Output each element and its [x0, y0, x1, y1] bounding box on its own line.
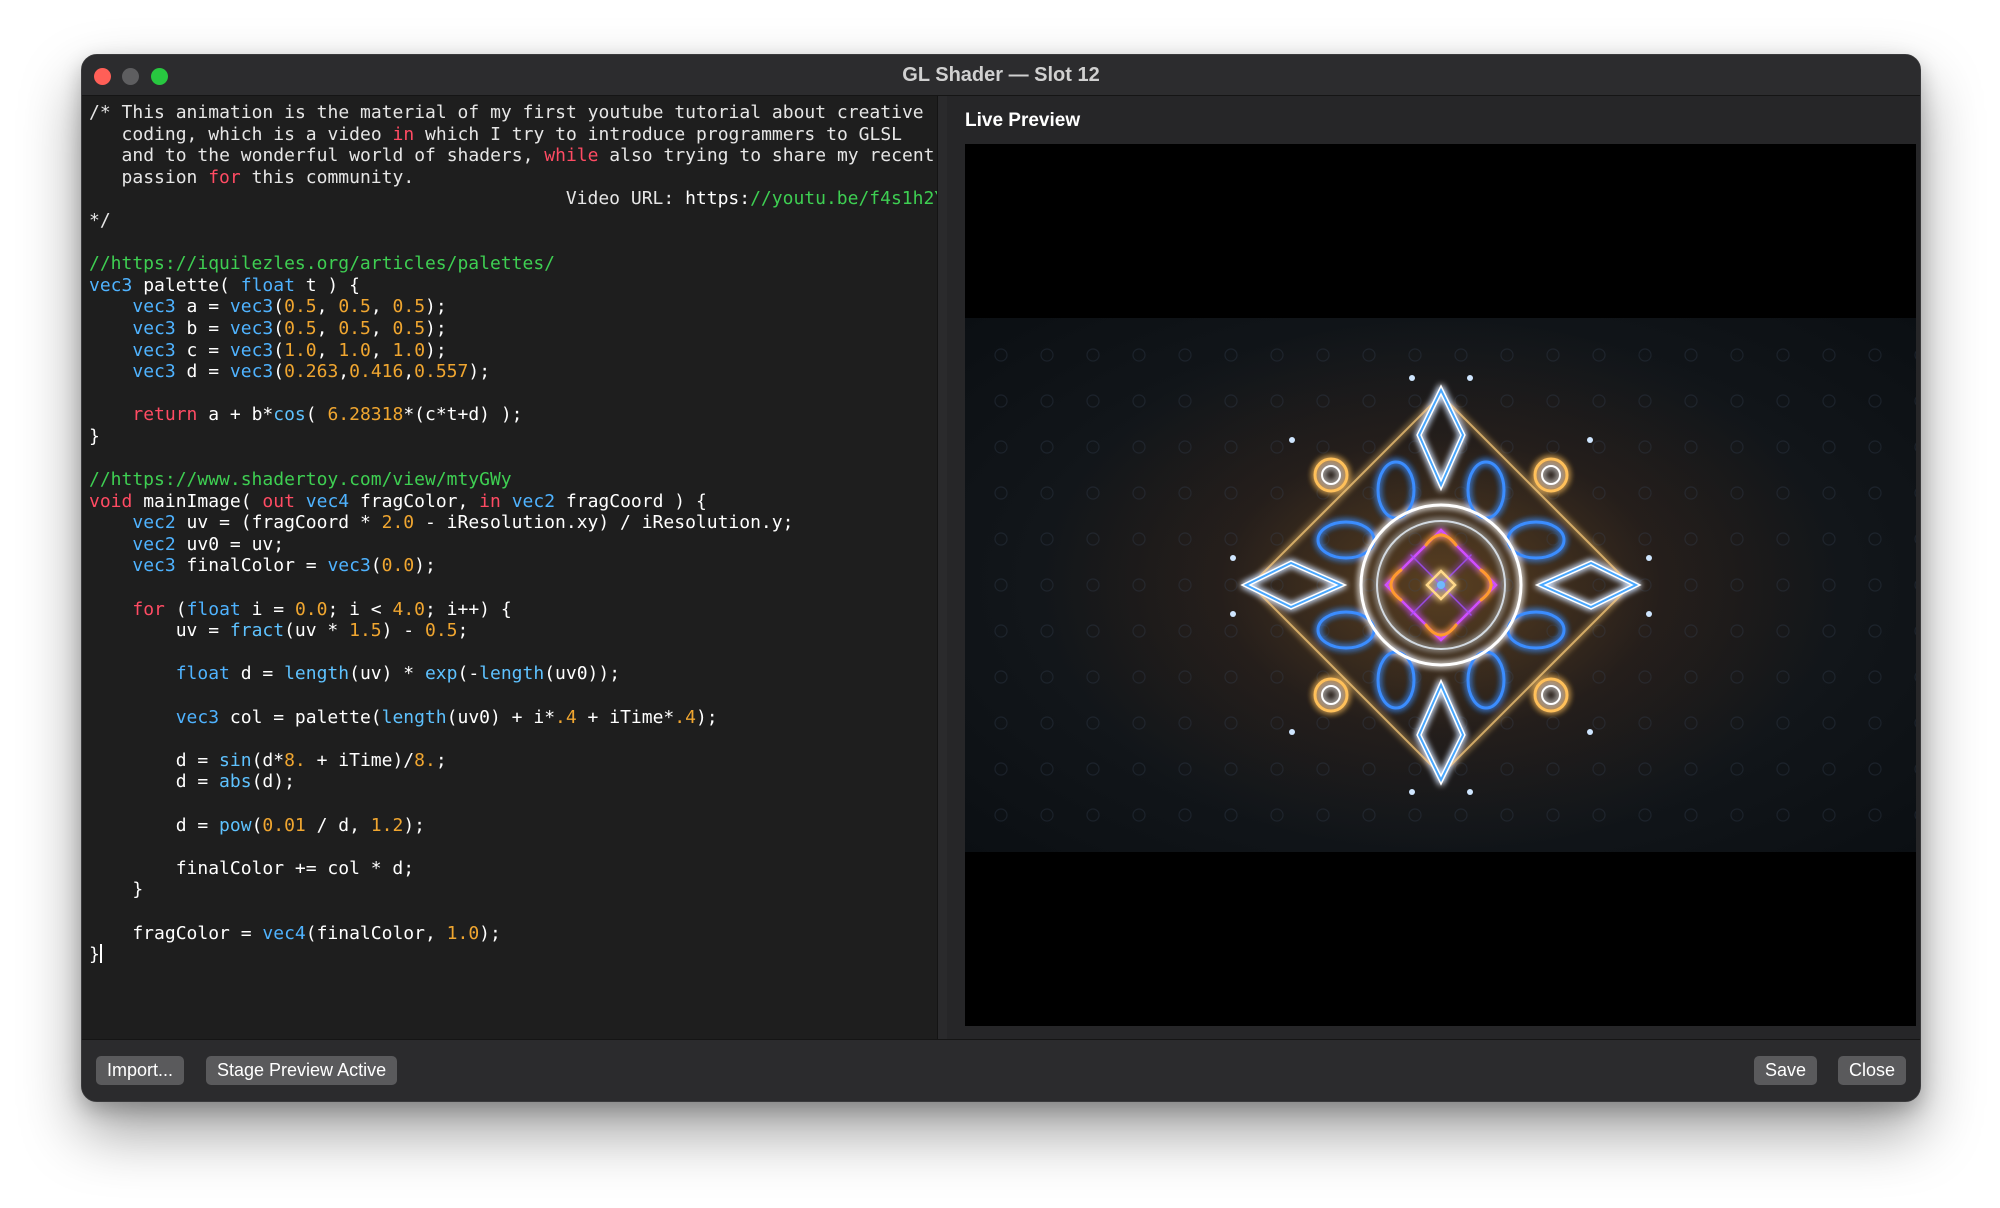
save-button[interactable]: Save — [1753, 1056, 1817, 1085]
code-line: float d = length(uv) * exp(-length(uv0))… — [175, 663, 621, 685]
text-cursor — [99, 944, 102, 964]
code-line: for (float i = 0.0; i < 4.0; i++) { — [132, 598, 512, 620]
close-button[interactable]: Close — [1837, 1056, 1906, 1085]
code-line: and to the wonderful world of shaders, w… — [121, 145, 935, 167]
code-line: //https://iquilezles.org/articles/palett… — [89, 253, 555, 275]
window-title: GL Shader — Slot 12 — [902, 64, 1100, 86]
code-line: passion for this community. — [121, 166, 415, 188]
code-line: vec3 col = palette(length(uv0) + i*.4 + … — [175, 706, 718, 728]
code-line: vec3 b = vec3(0.5, 0.5, 0.5); — [132, 317, 447, 339]
import-button[interactable]: Import... — [96, 1056, 185, 1085]
code-line: } — [89, 944, 102, 966]
code-line: /* This animation is the material of my … — [89, 102, 924, 123]
code-line: vec3 palette( float t ) { — [89, 274, 360, 296]
title-bar: GL Shader — Slot 12 — [82, 55, 1920, 96]
code-editor[interactable]: /* This animation is the material of my … — [82, 96, 937, 1039]
shader-render-image — [965, 318, 1916, 852]
code-line: coding, which is a video in which I try … — [121, 123, 902, 145]
code-line: //https://www.shadertoy.com/view/mtyGWy — [89, 469, 512, 491]
code-line: vec3 a = vec3(0.5, 0.5, 0.5); — [132, 296, 447, 318]
code-text[interactable]: /* This animation is the material of my … — [82, 96, 937, 966]
code-line: vec2 uv = (fragCoord * 2.0 - iResolution… — [132, 512, 794, 534]
code-line: vec3 c = vec3(1.0, 1.0, 1.0); — [132, 339, 447, 361]
code-line: uv = fract(uv * 1.5) - 0.5; — [89, 620, 469, 642]
stage-preview-button[interactable]: Stage Preview Active — [206, 1056, 398, 1085]
code-line: fragColor = vec4(finalColor, 1.0); — [89, 922, 501, 944]
code-line: Video URL: https://youtu.be/f4s1h2YETNY — [565, 188, 937, 210]
code-line: void mainImage( out vec4 fragColor, in v… — [89, 490, 707, 512]
preview-label: Live Preview — [965, 110, 1081, 131]
code-line: } — [89, 879, 144, 901]
kaleidoscope-image — [965, 318, 1916, 852]
code-line: d = sin(d*8. + iTime)/8.; — [89, 749, 447, 771]
code-line: d = pow(0.01 / d, 1.2); — [89, 814, 425, 836]
preview-panel: Live Preview — [947, 96, 1920, 1039]
code-line: vec2 uv0 = uv; — [132, 533, 285, 555]
code-line: vec3 finalColor = vec3(0.0); — [132, 555, 436, 577]
code-line: d = abs(d); — [89, 771, 295, 793]
footer-bar: Import... Stage Preview Active Save Clos… — [82, 1039, 1920, 1101]
shader-editor-window: GL Shader — Slot 12 /* This animation is… — [81, 54, 1921, 1102]
code-line: } — [89, 425, 100, 447]
code-line: vec3 d = vec3(0.263,0.416,0.557); — [132, 361, 491, 383]
code-line: finalColor += col * d; — [89, 857, 415, 879]
preview-canvas — [965, 144, 1916, 1026]
code-line: return a + b*cos( 6.28318*(c*t+d) ); — [132, 404, 523, 426]
code-line: */ — [89, 209, 111, 231]
